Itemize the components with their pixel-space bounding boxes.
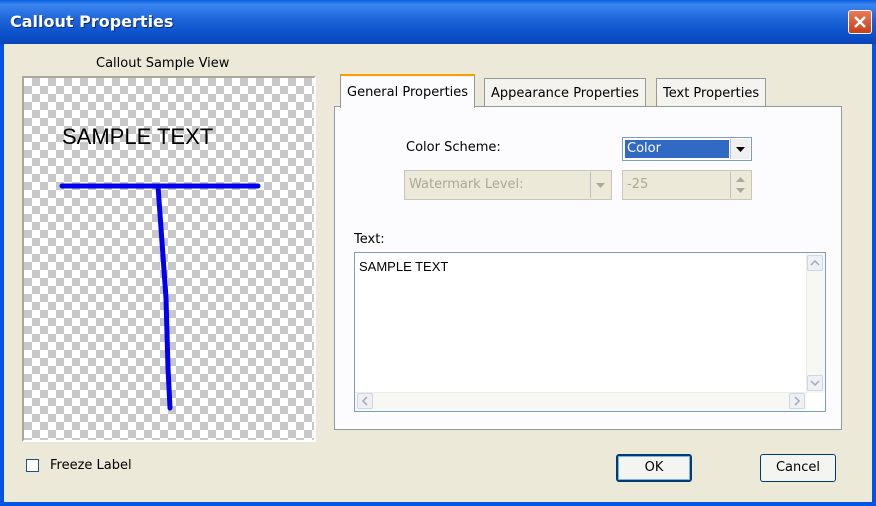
- scroll-up-icon[interactable]: [807, 255, 823, 271]
- scroll-right-icon[interactable]: [789, 393, 805, 409]
- sample-view-frame: SAMPLE TEXT: [22, 76, 316, 442]
- scroll-down-icon[interactable]: [807, 375, 823, 391]
- color-scheme-value: Color: [625, 140, 729, 158]
- tab-general-properties[interactable]: General Properties: [340, 74, 476, 108]
- horizontal-scrollbar[interactable]: [355, 392, 807, 411]
- vertical-scrollbar[interactable]: [806, 253, 825, 393]
- freeze-label-text: Freeze Label: [50, 458, 132, 473]
- title-bar[interactable]: Callout Properties: [0, 0, 876, 44]
- ok-button[interactable]: OK: [616, 454, 692, 482]
- color-scheme-select[interactable]: Color: [622, 137, 752, 161]
- color-scheme-label: Color Scheme:: [406, 140, 501, 155]
- tab-appearance-properties[interactable]: Appearance Properties: [484, 78, 646, 106]
- chevron-down-icon[interactable]: [730, 139, 750, 159]
- close-button[interactable]: [848, 10, 872, 34]
- sample-view-label: Callout Sample View: [96, 56, 230, 71]
- callout-leader-line: [59, 183, 261, 411]
- chevron-down-icon[interactable]: [590, 172, 610, 198]
- callout-sample-view: SAMPLE TEXT: [24, 78, 314, 440]
- callout-text-input[interactable]: SAMPLE TEXT: [354, 252, 826, 412]
- text-label: Text:: [354, 232, 385, 247]
- callout-text-value: SAMPLE TEXT: [359, 259, 449, 274]
- watermark-value: -25: [627, 177, 649, 192]
- close-icon: [854, 16, 866, 28]
- freeze-label-checkbox[interactable]: [26, 459, 39, 472]
- window-title: Callout Properties: [10, 12, 174, 31]
- watermark-level-label: Watermark Level:: [409, 177, 524, 192]
- scroll-left-icon[interactable]: [357, 393, 373, 409]
- watermark-value-spinner[interactable]: -25: [622, 170, 752, 200]
- cancel-button[interactable]: Cancel: [760, 454, 836, 482]
- spin-updown-icon[interactable]: [730, 172, 750, 198]
- tab-text-properties[interactable]: Text Properties: [656, 78, 767, 106]
- watermark-level-select[interactable]: Watermark Level:: [404, 170, 612, 200]
